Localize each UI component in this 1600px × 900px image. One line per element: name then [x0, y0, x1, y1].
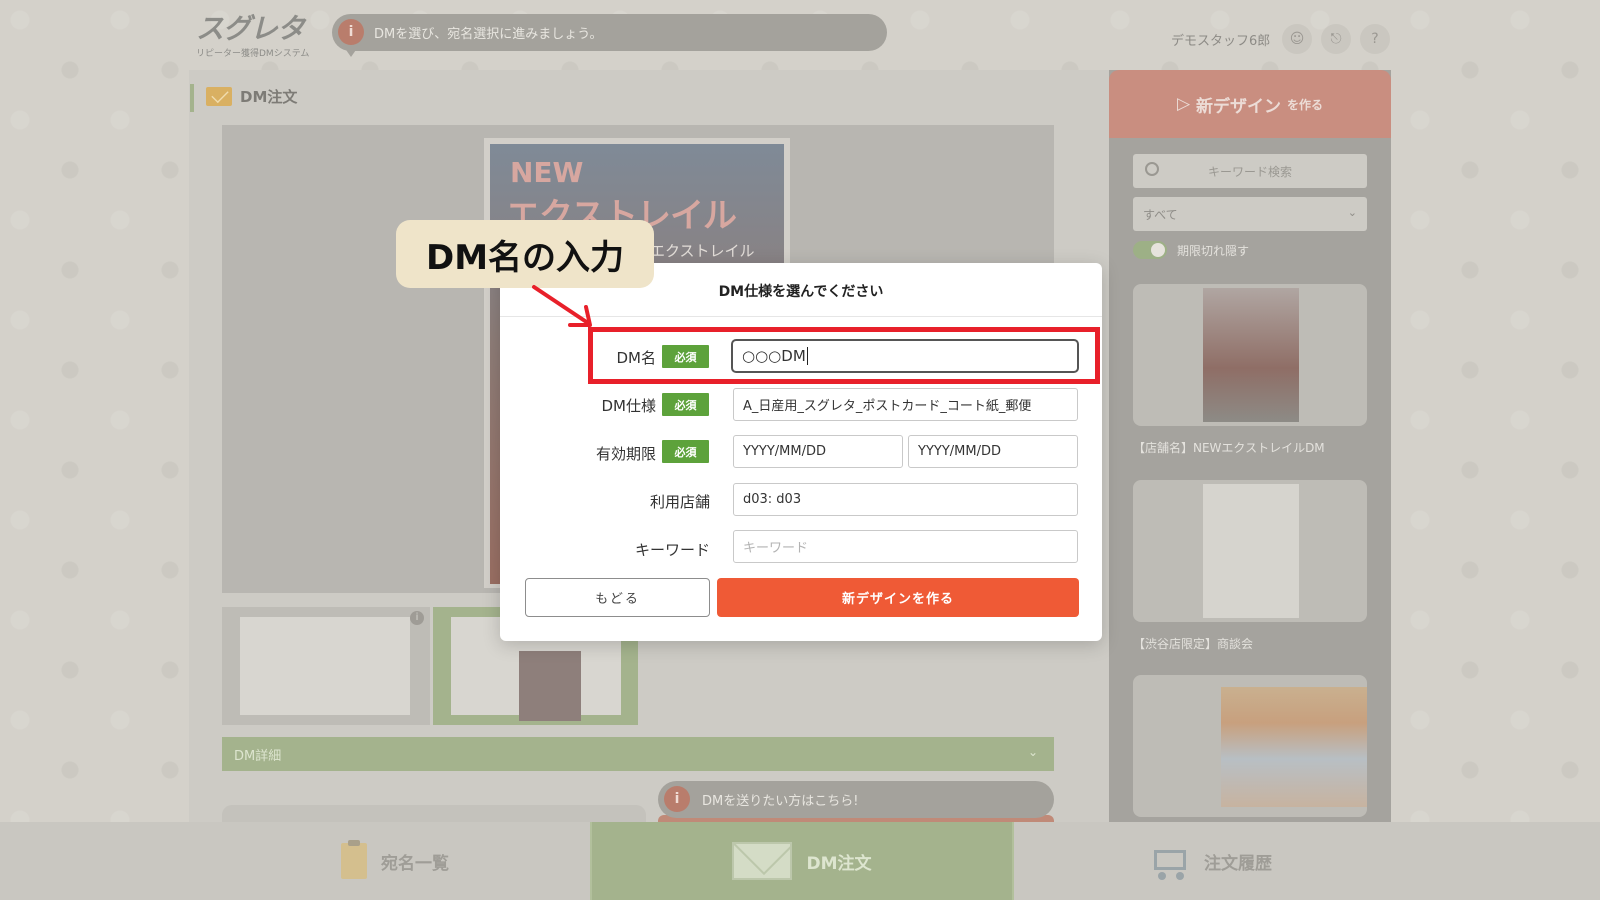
play-icon: ▷ [1176, 94, 1191, 114]
guide-message: i DMを選び、宛名選択に進みましょう。 [332, 14, 887, 51]
new-design-suffix: を作る [1287, 97, 1324, 112]
poster-new-text: NEW [510, 156, 584, 189]
template-thumbnail [1203, 288, 1299, 422]
help-icon[interactable]: ? [1360, 24, 1390, 54]
thumbnail-mini-poster [519, 651, 581, 721]
template-card[interactable] [1133, 284, 1367, 426]
new-design-button[interactable]: ▷ 新デザイン を作る [1109, 70, 1391, 138]
logo-text: スグレタ [196, 12, 305, 45]
cart-icon [1146, 842, 1190, 880]
section-accent-bar [190, 84, 194, 112]
user-name[interactable]: デモスタッフ6郎 [1171, 30, 1270, 49]
mail-icon [206, 87, 232, 106]
send-hint-text: DMを送りたい方はこちら! [702, 794, 859, 809]
nav-order-history[interactable]: 注文履歴 [1014, 822, 1404, 900]
send-hint-message: i DMを送りたい方はこちら! [658, 781, 1054, 818]
clipboard-icon [341, 840, 367, 879]
chevron-down-icon: ⌄ [1347, 206, 1357, 219]
guide-text: DMを選び、宛名選択に進みましょう。 [374, 27, 603, 42]
dm-spec-label: DM仕様 [601, 397, 657, 415]
section-header: DM注文 [206, 86, 297, 107]
info-icon: i [664, 786, 690, 812]
template-thumbnail [1221, 687, 1367, 807]
required-badge: 必須 [662, 440, 709, 463]
store-select[interactable]: d03: d03 [733, 483, 1078, 516]
expiry-start-input[interactable]: YYYY/MM/DD [733, 435, 903, 468]
section-title: DM注文 [240, 88, 298, 106]
keyword-search-input[interactable]: キーワード検索 [1133, 154, 1367, 188]
keyword-placeholder: キーワード [743, 541, 809, 556]
template-label[interactable]: 【店舗名】NEWエクストレイルDM [1133, 439, 1325, 456]
chevron-down-icon: ⌄ [1027, 745, 1038, 759]
arrow-icon [532, 285, 592, 327]
thumbnail-back[interactable]: i [222, 607, 430, 725]
nav-dm-order[interactable]: DM注文 [590, 822, 1014, 900]
user-icon[interactable]: ☺ [1282, 24, 1312, 54]
expiry-end-placeholder: YYYY/MM/DD [918, 444, 1001, 459]
search-placeholder: キーワード検索 [1207, 164, 1292, 179]
dm-detail-label: DM詳細 [234, 748, 282, 764]
envelope-icon [732, 842, 793, 880]
expiry-end-input[interactable]: YYYY/MM/DD [908, 435, 1078, 468]
new-design-label: 新デザイン [1196, 96, 1282, 117]
required-badge: 必須 [662, 393, 709, 416]
hide-expired-toggle-row: 期限切れ隠す [1133, 241, 1249, 259]
bell-icon[interactable]: ⎋ [1321, 24, 1351, 54]
dm-spec-select[interactable]: A_日産用_スグレタ_ポストカード_コート紙_郵便 [733, 388, 1078, 421]
thumbnail-back-image [240, 617, 410, 715]
search-icon [1145, 162, 1159, 176]
template-card[interactable] [1133, 675, 1367, 817]
dm-spec-value: A_日産用_スグレタ_ポストカード_コート紙_郵便 [743, 399, 1032, 414]
nav-label: 宛名一覧 [381, 853, 449, 874]
keyword-label: キーワード [634, 541, 710, 559]
expiry-start-placeholder: YYYY/MM/DD [743, 444, 826, 459]
app-logo[interactable]: スグレタ リピーター獲得DMシステム [196, 14, 314, 62]
category-select-value: すべて [1143, 207, 1178, 222]
poster-subtitle: エクストレイル [650, 242, 755, 260]
nav-address-list[interactable]: 宛名一覧 [200, 822, 590, 900]
nav-label: 注文履歴 [1204, 853, 1272, 874]
template-card[interactable] [1133, 480, 1367, 622]
hide-expired-toggle[interactable] [1133, 241, 1167, 259]
template-label[interactable]: 【渋谷店限定】商談会 [1133, 635, 1253, 652]
category-select[interactable]: すべて ⌄ [1133, 197, 1367, 231]
keyword-input[interactable]: キーワード [733, 530, 1078, 563]
store-label: 利用店舗 [649, 493, 710, 511]
dm-detail-accordion[interactable]: DM詳細 ⌄ [222, 737, 1054, 771]
store-value: d03: d03 [743, 492, 802, 507]
create-design-button[interactable]: 新デザインを作る [717, 578, 1079, 617]
expiry-label: 有効期限 [595, 445, 656, 463]
dm-name-highlight [588, 327, 1100, 384]
annotation-callout: DM名の入力 [396, 220, 654, 288]
thumbnail-info-icon[interactable]: i [410, 611, 424, 625]
back-button[interactable]: もどる [525, 578, 710, 617]
hide-expired-label: 期限切れ隠す [1177, 243, 1250, 258]
nav-label: DM注文 [806, 853, 872, 874]
logo-subtitle: リピーター獲得DMシステム [196, 49, 310, 59]
guide-tail [344, 47, 358, 57]
template-thumbnail [1203, 484, 1299, 618]
info-icon: i [338, 19, 364, 45]
